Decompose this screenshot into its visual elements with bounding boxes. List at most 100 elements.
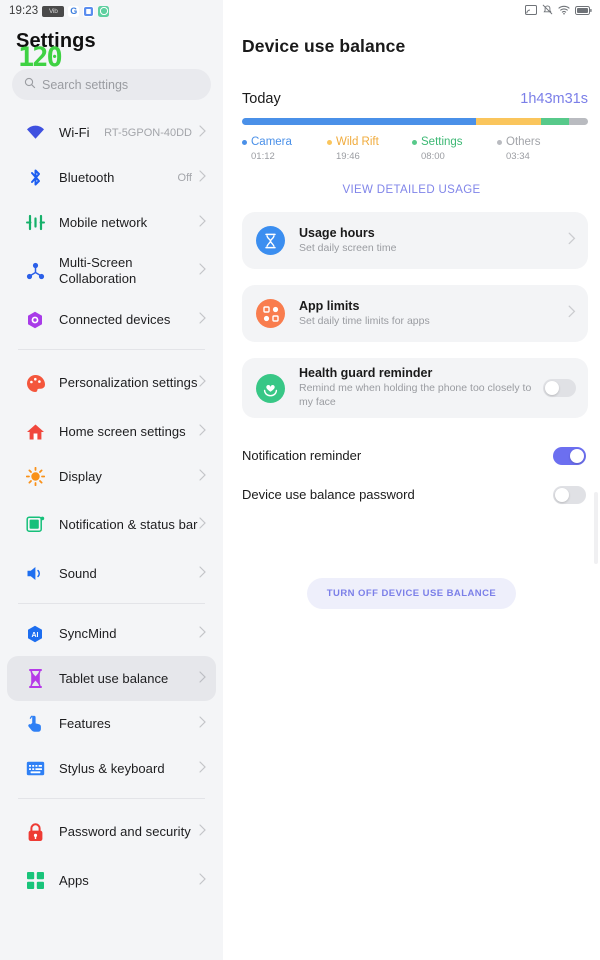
card-subtitle: Set daily time limits for apps bbox=[299, 314, 430, 327]
sidebar-item-tablet-use-balance[interactable]: Tablet use balance bbox=[7, 656, 216, 701]
sidebar-item-connected-devices[interactable]: Connected devices bbox=[7, 297, 216, 342]
chevron-right-icon bbox=[568, 232, 576, 250]
main-title: Device use balance bbox=[242, 36, 406, 56]
chevron-right-icon bbox=[199, 823, 206, 841]
syncmind-ai-icon: AI bbox=[25, 624, 45, 644]
app-limits-icon bbox=[256, 299, 285, 328]
chevron-right-icon bbox=[199, 715, 206, 733]
legend-dot-icon bbox=[497, 139, 502, 145]
sidebar-item-apps[interactable]: Apps bbox=[7, 858, 216, 903]
sidebar-item-features[interactable]: Features bbox=[7, 701, 216, 746]
legend-value: 03:34 bbox=[506, 151, 530, 162]
hourglass-icon bbox=[256, 226, 285, 255]
sidebar-item-label: Connected devices bbox=[59, 311, 171, 327]
chevron-right-icon bbox=[199, 760, 206, 778]
chevron-right-icon bbox=[199, 468, 206, 486]
chevron-right-icon bbox=[199, 625, 206, 643]
health-guard-reminder-card[interactable]: Health guard reminder Remind me when hol… bbox=[242, 358, 588, 418]
today-total-time: 1h43m31s bbox=[520, 91, 588, 107]
apps-grid-icon bbox=[25, 871, 45, 891]
sidebar-item-notification-status-bar[interactable]: Notification & status bar bbox=[7, 499, 216, 551]
search-input[interactable]: Search settings bbox=[12, 69, 211, 100]
toggle-label: Notification reminder bbox=[242, 448, 362, 463]
legend-label: Others bbox=[506, 136, 541, 148]
app-limits-card[interactable]: App limits Set daily time limits for app… bbox=[242, 285, 588, 342]
sidebar-item-password-and-security[interactable]: Password and security bbox=[7, 806, 216, 858]
sidebar-item-mobile-network[interactable]: Mobile network bbox=[7, 200, 216, 245]
keyboard-icon bbox=[25, 759, 45, 779]
legend-item: Settings 08:00 bbox=[412, 136, 497, 162]
sidebar-item-label: Wi-Fi bbox=[59, 124, 90, 140]
sidebar-item-stylus-keyboard[interactable]: Stylus & keyboard bbox=[7, 746, 216, 791]
today-label: Today bbox=[242, 91, 281, 107]
sidebar-item-wifi[interactable]: Wi-Fi RT-5GPON-40DD bbox=[7, 110, 216, 155]
sidebar-item-label: Notification & status bar bbox=[59, 517, 198, 533]
usage-segment-settings bbox=[541, 118, 569, 125]
wifi-icon bbox=[25, 123, 45, 143]
turn-off-wrapper: TURN OFF DEVICE USE BALANCE bbox=[223, 578, 600, 609]
sidebar-item-label: Home screen settings bbox=[59, 423, 186, 439]
chevron-right-icon bbox=[199, 423, 206, 441]
sidebar-item-syncmind[interactable]: AI SyncMind bbox=[7, 611, 216, 656]
usage-segment-others bbox=[568, 118, 588, 125]
chevron-right-icon bbox=[199, 214, 206, 232]
legend-item: Camera 01:12 bbox=[242, 136, 327, 162]
legend-label: Settings bbox=[421, 136, 463, 148]
card-text: Health guard reminder Remind me when hol… bbox=[299, 366, 543, 409]
toggle-knob bbox=[545, 381, 559, 395]
toggle-knob bbox=[570, 448, 584, 463]
sidebar-item-label: Multi-Screen Collaboration bbox=[59, 255, 137, 286]
chevron-right-icon bbox=[199, 262, 206, 280]
card-text: Usage hours Set daily screen time bbox=[299, 226, 568, 256]
legend-label: Camera bbox=[251, 136, 292, 148]
sidebar-item-home-screen-settings[interactable]: Home screen settings bbox=[7, 409, 216, 454]
chevron-right-icon bbox=[199, 124, 206, 142]
sidebar-item-label: Personalization settings bbox=[59, 375, 198, 391]
sidebar-item-label: Display bbox=[59, 468, 102, 484]
palette-icon bbox=[25, 373, 45, 393]
sidebar-item-label: Bluetooth bbox=[59, 169, 115, 185]
sidebar-item-multi-screen-collaboration[interactable]: Multi-Screen Collaboration bbox=[7, 245, 216, 297]
chevron-right-icon bbox=[568, 305, 576, 323]
view-detailed-usage-link[interactable]: VIEW DETAILED USAGE bbox=[223, 184, 600, 196]
sidebar-item-sound[interactable]: Sound bbox=[7, 551, 216, 596]
health-guard-reminder-toggle[interactable] bbox=[543, 379, 576, 397]
sidebar-divider bbox=[18, 603, 205, 604]
fps-counter-overlay: 120 bbox=[18, 42, 63, 73]
toggle-label: Device use balance password bbox=[242, 487, 415, 502]
sidebar-divider bbox=[18, 798, 205, 799]
usage-segment-wild-rift bbox=[475, 118, 542, 125]
legend-dot-icon bbox=[242, 139, 247, 145]
connected-devices-icon bbox=[25, 310, 45, 330]
lock-icon bbox=[25, 822, 45, 842]
notification-reminder-toggle[interactable] bbox=[553, 446, 586, 465]
device-use-balance-password-row[interactable]: Device use balance password bbox=[242, 475, 586, 514]
notification-reminder-row[interactable]: Notification reminder bbox=[242, 436, 586, 475]
usage-segment-camera bbox=[242, 118, 476, 125]
sidebar-item-personalization-settings[interactable]: Personalization settings bbox=[7, 357, 216, 409]
chevron-right-icon bbox=[199, 565, 206, 583]
legend-dot-icon bbox=[327, 139, 332, 145]
search-icon bbox=[24, 76, 36, 94]
turn-off-device-use-balance-button[interactable]: TURN OFF DEVICE USE BALANCE bbox=[306, 578, 517, 609]
usage-hours-card[interactable]: Usage hours Set daily screen time bbox=[242, 212, 588, 269]
legend-item: Wild Rift 19:46 bbox=[327, 136, 412, 162]
usage-breakdown-bar bbox=[242, 118, 588, 125]
sidebar-item-display[interactable]: Display bbox=[7, 454, 216, 499]
notification-bar-icon bbox=[25, 515, 45, 535]
toggle-knob bbox=[555, 487, 569, 502]
sidebar-item-label: Mobile network bbox=[59, 214, 148, 230]
sidebar-item-label: SyncMind bbox=[59, 625, 117, 641]
legend-item: Others 03:34 bbox=[497, 136, 582, 162]
card-subtitle: Set daily screen time bbox=[299, 241, 397, 254]
settings-sidebar[interactable]: Settings 120 Search settings Wi-Fi RT-5G… bbox=[0, 0, 223, 960]
main-content: Device use balance Today 1h43m31s Camera… bbox=[223, 0, 600, 960]
card-text: App limits Set daily time limits for app… bbox=[299, 299, 568, 329]
scrollbar[interactable] bbox=[594, 492, 598, 564]
sidebar-item-bluetooth[interactable]: Bluetooth Off bbox=[7, 155, 216, 200]
touch-gesture-icon bbox=[25, 714, 45, 734]
chevron-right-icon bbox=[199, 374, 206, 392]
usage-legend: Camera 01:12 Wild Rift 19:46 Settings 08… bbox=[242, 136, 600, 162]
device-use-balance-password-toggle[interactable] bbox=[553, 485, 586, 504]
sidebar-list: Wi-Fi RT-5GPON-40DD Bluetooth Off Mobile… bbox=[0, 110, 223, 903]
